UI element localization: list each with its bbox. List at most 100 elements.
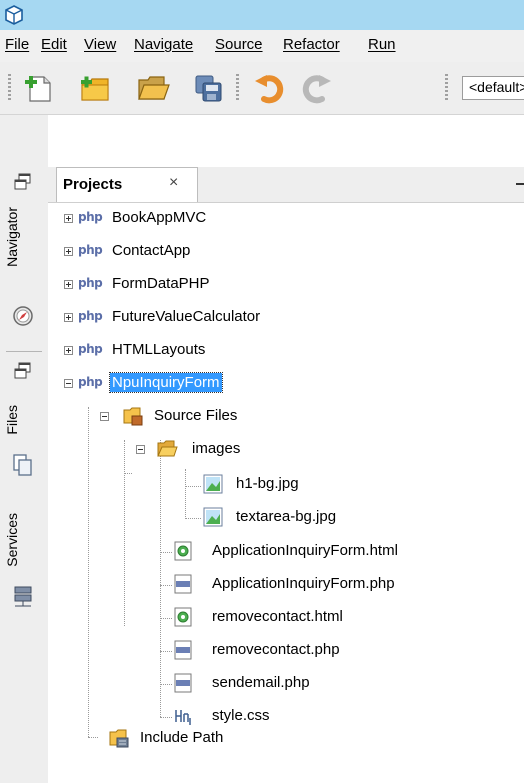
- php-project-icon: php: [78, 210, 103, 224]
- php-file-icon: [174, 673, 192, 693]
- project-node-futurevaluecalculator[interactable]: php FutureValueCalculator: [64, 302, 504, 332]
- include-path-node[interactable]: Include Path: [108, 723, 488, 753]
- files-tab-label: Files: [4, 405, 20, 435]
- restore-window-icon[interactable]: [14, 173, 32, 191]
- new-file-icon[interactable]: [22, 72, 56, 104]
- services-tab-label: Services: [4, 513, 20, 567]
- menu-bar: File Edit View Navigate Source Refactor …: [0, 30, 524, 62]
- menu-view[interactable]: View: [84, 36, 116, 53]
- include-path-label: Include Path: [140, 729, 224, 746]
- file-node[interactable]: h1-bg.jpg: [200, 471, 500, 501]
- expand-icon[interactable]: [64, 313, 73, 322]
- project-label: HTMLLayouts: [112, 341, 206, 358]
- toolbar: <default>: [0, 62, 524, 115]
- menu-refactor[interactable]: Refactor: [283, 36, 340, 53]
- files-icon[interactable]: [12, 453, 34, 477]
- php-project-icon: php: [78, 243, 103, 257]
- php-project-icon: php: [78, 309, 103, 323]
- include-path-icon: [109, 729, 129, 748]
- html-file-icon: [174, 541, 192, 561]
- php-file-icon: [174, 574, 192, 594]
- file-label: sendemail.php: [212, 674, 310, 691]
- menu-navigate[interactable]: Navigate: [134, 36, 193, 53]
- file-label: h1-bg.jpg: [236, 475, 299, 492]
- source-files-label: Source Files: [154, 407, 238, 424]
- files-tab[interactable]: Files: [4, 405, 20, 435]
- menu-run[interactable]: Run: [368, 36, 396, 53]
- php-project-icon: php: [78, 342, 103, 356]
- title-bar: [0, 0, 524, 30]
- project-label: FormDataPHP: [112, 275, 210, 292]
- open-project-icon[interactable]: [136, 72, 170, 104]
- source-files-node[interactable]: Source Files: [100, 401, 500, 431]
- file-label: removecontact.html: [212, 608, 343, 625]
- netbeans-cube-icon: [5, 5, 23, 25]
- file-label: textarea-bg.jpg: [236, 508, 337, 525]
- php-file-icon: [174, 640, 192, 660]
- side-divider: [6, 351, 42, 352]
- close-icon[interactable]: ×: [169, 174, 178, 192]
- project-node-npuinquiryform[interactable]: php NpuInquiryForm: [64, 368, 504, 398]
- toolbar-grip[interactable]: [236, 74, 239, 102]
- minimize-icon[interactable]: [516, 183, 524, 185]
- redo-icon[interactable]: [300, 72, 334, 104]
- file-node[interactable]: sendemail.php: [172, 670, 502, 700]
- project-label: BookAppMVC: [112, 209, 207, 226]
- undo-icon[interactable]: [252, 72, 286, 104]
- new-project-icon[interactable]: [78, 72, 112, 104]
- file-label: ApplicationInquiryForm.html: [212, 542, 398, 559]
- file-label: ApplicationInquiryForm.php: [212, 575, 395, 592]
- collapse-icon[interactable]: [100, 412, 109, 421]
- source-folder-icon: [123, 407, 143, 426]
- tree-connector: [185, 469, 187, 519]
- navigator-tab-label: Navigator: [4, 207, 20, 267]
- expand-icon[interactable]: [64, 280, 73, 289]
- tree-connector: [124, 473, 132, 475]
- services-tab[interactable]: Services: [4, 513, 20, 567]
- projects-tab-bar: Projects ×: [48, 167, 524, 203]
- toolbar-grip[interactable]: [8, 74, 11, 102]
- project-node-contactapp[interactable]: php ContactApp: [64, 236, 504, 266]
- project-label: FutureValueCalculator: [112, 308, 261, 325]
- file-node[interactable]: ApplicationInquiryForm.php: [172, 571, 502, 601]
- file-node[interactable]: textarea-bg.jpg: [200, 504, 500, 534]
- image-file-icon: [203, 507, 223, 527]
- project-label-selected: NpuInquiryForm: [109, 372, 223, 393]
- folder-open-icon: [157, 440, 178, 457]
- collapse-icon[interactable]: [64, 379, 73, 388]
- expand-icon[interactable]: [64, 214, 73, 223]
- navigator-tab[interactable]: Navigator: [4, 207, 20, 267]
- file-node[interactable]: removecontact.html: [172, 604, 502, 634]
- menu-edit[interactable]: Edit: [41, 36, 67, 53]
- projects-panel: Projects × php BookAppMVC php ContactApp…: [48, 115, 524, 783]
- menu-source[interactable]: Source: [215, 36, 263, 53]
- save-all-icon[interactable]: [192, 72, 226, 104]
- menu-file[interactable]: File: [5, 36, 29, 53]
- tree-connector: [88, 407, 90, 737]
- tree-connector: [160, 717, 172, 719]
- project-node-formdataphp[interactable]: php FormDataPHP: [64, 269, 504, 299]
- file-node[interactable]: removecontact.php: [172, 637, 502, 667]
- project-label: ContactApp: [112, 242, 191, 259]
- collapse-icon[interactable]: [136, 445, 145, 454]
- projects-tab-label: Projects: [63, 176, 123, 193]
- file-node[interactable]: ApplicationInquiryForm.html: [172, 538, 502, 568]
- file-label: style.css: [212, 707, 270, 724]
- expand-icon[interactable]: [64, 346, 73, 355]
- configuration-select[interactable]: <default>: [462, 76, 524, 100]
- image-file-icon: [203, 474, 223, 494]
- navigator-compass-icon[interactable]: [12, 305, 34, 327]
- toolbar-grip[interactable]: [445, 74, 448, 102]
- php-project-icon: php: [78, 276, 103, 290]
- restore-window-icon[interactable]: [14, 362, 32, 380]
- expand-icon[interactable]: [64, 247, 73, 256]
- tab-projects[interactable]: Projects ×: [56, 167, 198, 202]
- services-server-icon[interactable]: [12, 585, 34, 609]
- project-node-bookappmvc[interactable]: php BookAppMVC: [64, 203, 504, 233]
- project-node-htmllayouts[interactable]: php HTMLLayouts: [64, 335, 504, 365]
- html-file-icon: [174, 607, 192, 627]
- images-folder-label: images: [192, 440, 241, 457]
- images-folder-node[interactable]: images: [136, 434, 496, 464]
- tree-connector: [160, 440, 162, 717]
- tree-connector: [185, 518, 201, 520]
